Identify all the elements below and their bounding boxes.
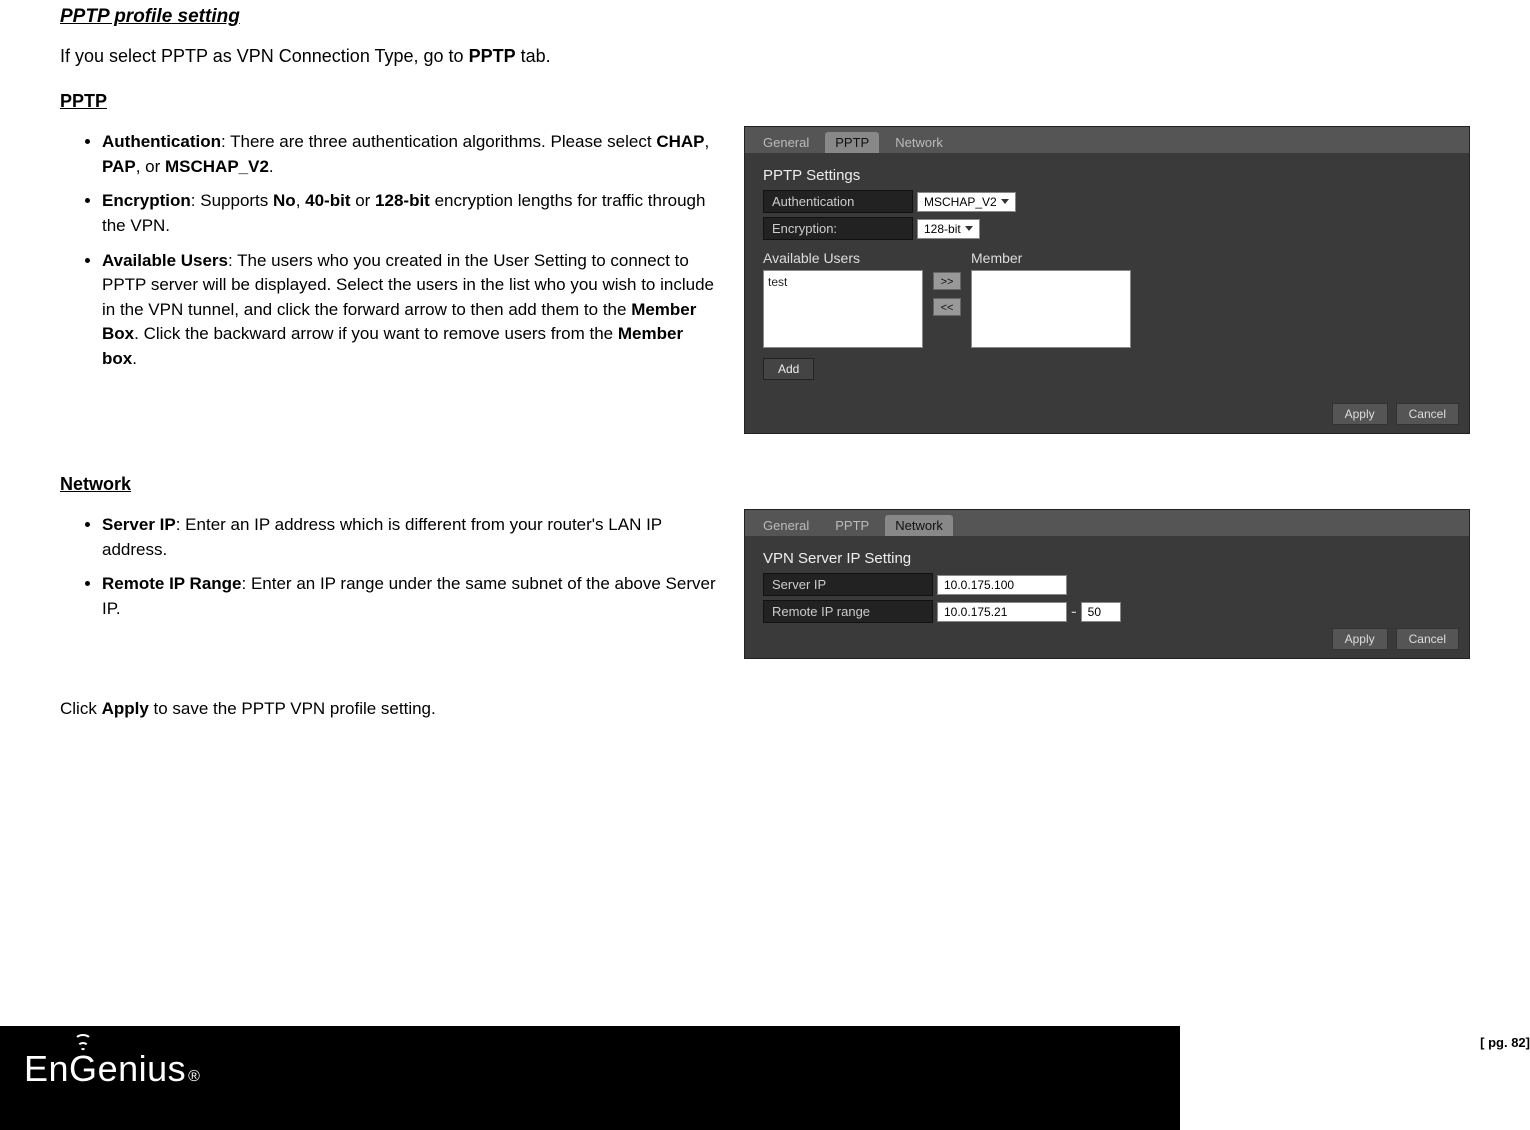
srv-text: : Enter an IP address which is different… (102, 515, 662, 559)
chevron-down-icon (965, 226, 973, 231)
backward-arrow-button[interactable]: << (933, 298, 961, 316)
tab-network[interactable]: Network (885, 132, 953, 153)
chevron-down-icon (1001, 199, 1009, 204)
apply-pre: Click (60, 699, 102, 718)
users-area: Available Users test >> << Member (763, 250, 1451, 348)
tab-pptp[interactable]: PPTP (825, 515, 879, 536)
bullet-remote-ip-range: Remote IP Range: Enter an IP range under… (102, 572, 720, 621)
member-label: Member (971, 250, 1131, 266)
member-listbox[interactable] (971, 270, 1131, 348)
remote-ip-end-input[interactable]: 50 (1081, 602, 1121, 622)
engenius-logo: EnGenius® (24, 1048, 200, 1090)
network-screenshot: General PPTP Network VPN Server IP Setti… (744, 509, 1470, 659)
pptp-bullet-list: Authentication: There are three authenti… (60, 130, 720, 372)
tab-general[interactable]: General (753, 132, 819, 153)
rng-label: Remote IP Range (102, 574, 242, 593)
avail-label: Available Users (102, 251, 228, 270)
pptp-screenshot: General PPTP Network PPTP Settings Authe… (744, 126, 1470, 434)
enc-b1: No (273, 191, 296, 210)
apply-button[interactable]: Apply (1332, 403, 1388, 425)
wifi-icon (74, 1034, 92, 1051)
enc-b3: 128-bit (375, 191, 430, 210)
enc-select[interactable]: 128-bit (917, 219, 980, 239)
list-item[interactable]: test (768, 275, 918, 289)
apply-bold: Apply (102, 699, 149, 718)
row-server-ip: Server IP 10.0.175.100 (763, 573, 1451, 596)
enc-text1: : Supports (191, 191, 273, 210)
remote-ip-start-input[interactable]: 10.0.175.21 (937, 602, 1067, 622)
avail-text2: . Click the backward arrow if you want t… (134, 324, 618, 343)
apply-button[interactable]: Apply (1332, 628, 1388, 650)
bullet-authentication: Authentication: There are three authenti… (102, 130, 720, 179)
server-ip-input[interactable]: 10.0.175.100 (937, 575, 1067, 595)
row-authentication: Authentication MSCHAP_V2 (763, 190, 1451, 213)
footer-bar: EnGenius® (0, 1026, 1180, 1130)
network-bullet-list: Server IP: Enter an IP address which is … (60, 513, 720, 622)
auth-label: Authentication (102, 132, 221, 151)
auth-select[interactable]: MSCHAP_V2 (917, 192, 1016, 212)
cancel-button[interactable]: Cancel (1396, 403, 1459, 425)
remote-ip-range-label: Remote IP range (763, 600, 933, 623)
registered-icon: ® (188, 1068, 200, 1086)
enc-label: Encryption (102, 191, 191, 210)
lead-post: tab. (516, 46, 551, 66)
auth-end: . (269, 157, 274, 176)
available-users-listbox[interactable]: test (763, 270, 923, 348)
network-panel-title: VPN Server IP Setting (763, 550, 1451, 567)
bullet-encryption: Encryption: Supports No, 40-bit or 128-b… (102, 189, 720, 238)
lead-bold: PPTP (469, 46, 516, 66)
auth-b2: PAP (102, 157, 136, 176)
apply-instruction: Click Apply to save the PPTP VPN profile… (60, 699, 1470, 719)
add-button[interactable]: Add (763, 358, 814, 380)
enc-sep1: , (296, 191, 305, 210)
lead-paragraph: If you select PPTP as VPN Connection Typ… (60, 46, 1470, 67)
row-remote-ip-range: Remote IP range 10.0.175.21 - 50 (763, 600, 1451, 623)
tab-general[interactable]: General (753, 515, 819, 536)
tabs-bar: General PPTP Network (745, 127, 1469, 153)
enc-sep2: or (350, 191, 375, 210)
lead-pre: If you select PPTP as VPN Connection Typ… (60, 46, 469, 66)
bullet-server-ip: Server IP: Enter an IP address which is … (102, 513, 720, 562)
section-title: PPTP profile setting (60, 6, 1470, 28)
auth-b1: CHAP (656, 132, 704, 151)
auth-select-value: MSCHAP_V2 (924, 195, 997, 209)
range-dash: - (1071, 602, 1077, 622)
auth-text1: : There are three authentication algorit… (221, 132, 656, 151)
pptp-panel-title: PPTP Settings (763, 167, 1451, 184)
tab-pptp[interactable]: PPTP (825, 132, 879, 153)
enc-b2: 40-bit (305, 191, 350, 210)
bullet-available-users: Available Users: The users who you creat… (102, 249, 720, 372)
avail-end: . (132, 349, 137, 368)
enc-select-value: 128-bit (924, 222, 961, 236)
row-encryption: Encryption: 128-bit (763, 217, 1451, 240)
auth-sep1: , (705, 132, 710, 151)
tabs-bar: General PPTP Network (745, 510, 1469, 536)
apply-post: to save the PPTP VPN profile setting. (149, 699, 436, 718)
available-users-label: Available Users (763, 250, 923, 266)
network-subheading: Network (60, 474, 1470, 495)
pptp-subheading: PPTP (60, 91, 1470, 112)
page-number: [ pg. 82] (1480, 1035, 1530, 1050)
cancel-button[interactable]: Cancel (1396, 628, 1459, 650)
auth-sep2: , or (136, 157, 165, 176)
srv-label: Server IP (102, 515, 176, 534)
auth-b3: MSCHAP_V2 (165, 157, 269, 176)
enc-field-label: Encryption: (763, 217, 913, 240)
forward-arrow-button[interactable]: >> (933, 272, 961, 290)
tab-network[interactable]: Network (885, 515, 953, 536)
server-ip-label: Server IP (763, 573, 933, 596)
auth-field-label: Authentication (763, 190, 913, 213)
